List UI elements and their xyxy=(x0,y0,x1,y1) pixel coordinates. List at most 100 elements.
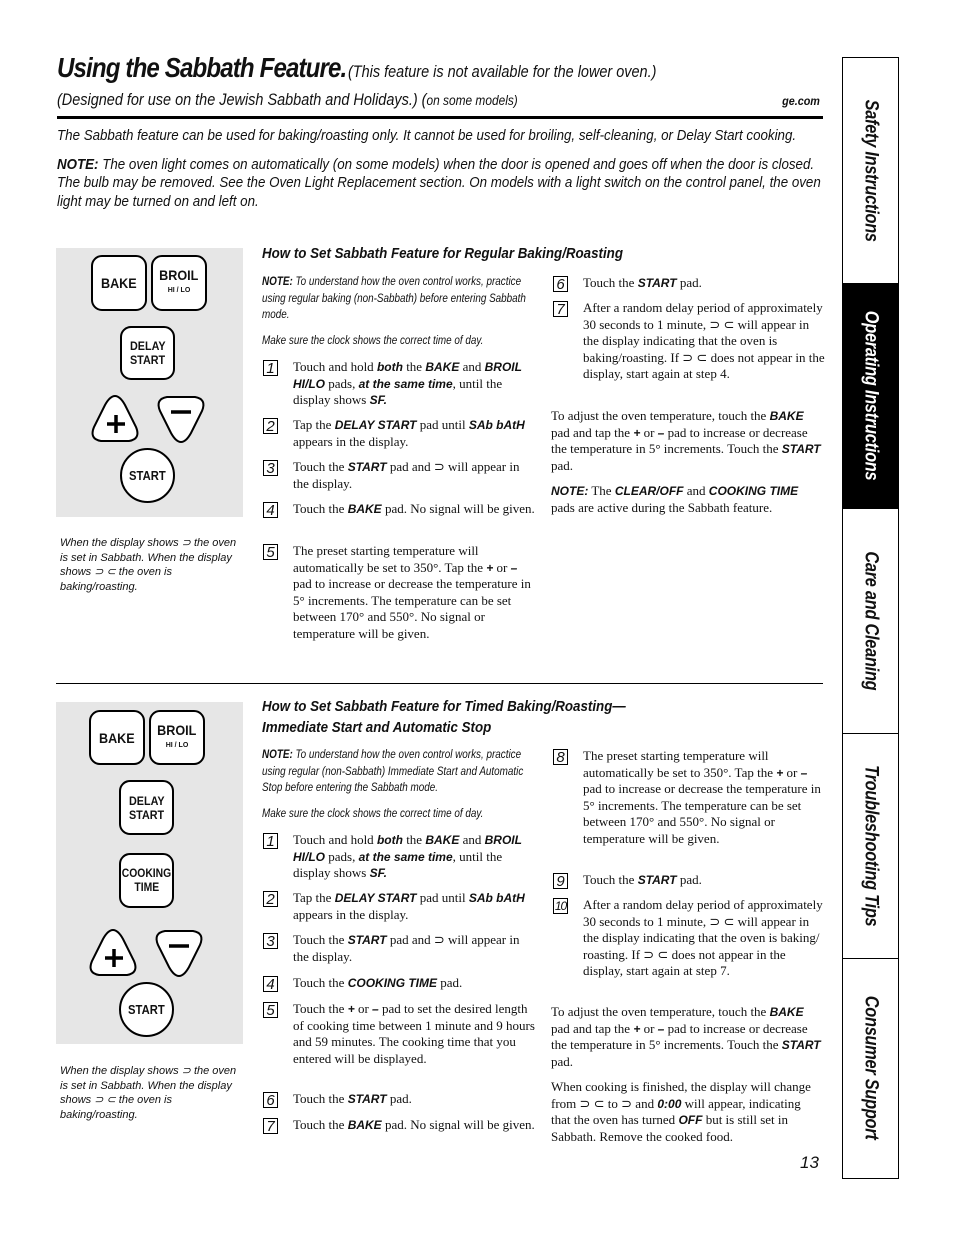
note-label: NOTE: xyxy=(262,749,293,761)
step-text: Touch and hold both the BAKE and BROIL H… xyxy=(293,832,522,880)
section1-clock-note: Make sure the clock shows the correct ti… xyxy=(262,335,484,347)
broil-key: BROIL HI / LO xyxy=(149,710,205,765)
intro-note: NOTE: The oven light comes on automatica… xyxy=(57,156,826,212)
step-number-box: 8 xyxy=(553,749,568,765)
key-label: BROIL xyxy=(157,721,197,738)
step-text: Touch the START pad. xyxy=(583,275,702,290)
tab-operating-instructions[interactable]: Operating Instructions xyxy=(843,283,898,509)
section2-clock-note: Make sure the clock shows the correct ti… xyxy=(262,808,484,820)
step-text: Touch the + or – pad to set the desired … xyxy=(293,1001,535,1066)
step-text: Touch and hold both the BAKE and BROIL H… xyxy=(293,359,522,407)
key-label: START xyxy=(129,353,166,367)
key-sublabel: HI / LO xyxy=(167,287,191,294)
delay-start-key: DELAY START xyxy=(120,326,175,380)
tab-label: Care and Cleaning xyxy=(860,550,882,691)
tab-label: Consumer Support xyxy=(860,996,882,1140)
section2-note: NOTE: To understand how the oven control… xyxy=(262,747,534,797)
step-number-box: 2 xyxy=(263,891,278,907)
key-label: COOKING xyxy=(121,867,172,880)
page-title: Using the Sabbath Feature. (This feature… xyxy=(57,52,827,84)
title-line2-text: (Designed for use on the Jewish Sabbath … xyxy=(57,90,427,109)
step-text: After a random delay period of approxima… xyxy=(583,300,825,381)
section1-note: NOTE: To understand how the oven control… xyxy=(262,274,534,324)
step-text: Touch the START pad. xyxy=(293,1091,412,1106)
note-label: NOTE: xyxy=(57,156,99,173)
site-link[interactable]: ge.com xyxy=(782,94,820,108)
step-text: The preset starting temperature will aut… xyxy=(293,543,531,641)
section2-heading-line1: How to Set Sabbath Feature for Timed Bak… xyxy=(262,699,626,715)
step-text: Touch the BAKE pad. No signal will be gi… xyxy=(293,501,535,516)
step-text: The preset starting temperature will aut… xyxy=(583,748,821,846)
key-sublabel: HI / LO xyxy=(165,741,189,749)
step-number-box: 6 xyxy=(553,276,568,292)
key-label: TIME xyxy=(134,881,159,894)
control-panel-illustration-1: BAKE BROIL HI / LO DELAY START START xyxy=(56,248,243,517)
section-divider xyxy=(56,683,823,684)
header-rule xyxy=(57,116,823,119)
note-label: NOTE: xyxy=(262,276,293,288)
step-number-box: 6 xyxy=(263,1092,278,1108)
note-text: The oven light comes on automatically (o… xyxy=(57,156,821,210)
step-text: Touch the START pad and ⊃ will appear in… xyxy=(293,932,520,964)
tab-care-and-cleaning[interactable]: Care and Cleaning xyxy=(843,508,898,734)
key-label: START xyxy=(128,1002,165,1017)
tab-label: Safety Instructions xyxy=(860,99,882,242)
step-number-box: 1 xyxy=(263,360,278,376)
step-number-box: 5 xyxy=(263,1002,278,1018)
section2-finished-text: When cooking is finished, the display wi… xyxy=(551,1079,811,1144)
step-text: Touch the START pad. xyxy=(583,872,702,887)
panel-caption-2: When the display shows ⊃ the oven is set… xyxy=(60,1065,237,1121)
step-number-box: 4 xyxy=(263,976,278,992)
key-label: START xyxy=(128,807,165,822)
start-key: START xyxy=(119,982,174,1037)
step-number-box: 7 xyxy=(263,1118,278,1134)
panel-caption-1: When the display shows ⊃ the oven is set… xyxy=(60,537,237,593)
key-label: BAKE xyxy=(101,275,137,291)
section1-heading: How to Set Sabbath Feature for Regular B… xyxy=(262,246,623,262)
cooking-time-key: COOKING TIME xyxy=(119,853,174,908)
bake-key: BAKE xyxy=(89,710,145,765)
minus-key-icon xyxy=(157,396,205,444)
step-number-box: 5 xyxy=(263,544,278,560)
page-number: 13 xyxy=(800,1153,819,1172)
step-number-box: 3 xyxy=(263,460,278,476)
tab-label: Operating Instructions xyxy=(860,310,882,481)
step-number-box: 9 xyxy=(553,873,568,889)
title-subtitle: (This feature is not available for the l… xyxy=(347,62,657,81)
minus-key-icon xyxy=(155,930,203,978)
key-label: DELAY xyxy=(129,339,166,353)
note-text: To understand how the oven control works… xyxy=(262,749,524,794)
step-number-box: 3 xyxy=(263,933,278,949)
tab-label: Troubleshooting Tips xyxy=(860,764,882,927)
key-label: START xyxy=(129,468,166,483)
step-number-box: 2 xyxy=(263,418,278,434)
delay-start-key: DELAY START xyxy=(119,780,174,835)
broil-key: BROIL HI / LO xyxy=(151,255,207,311)
section2-heading-line2: Immediate Start and Automatic Stop xyxy=(262,720,492,736)
step-number-box: 4 xyxy=(263,502,278,518)
step-number-box: 7 xyxy=(553,301,568,317)
tab-safety-instructions[interactable]: Safety Instructions xyxy=(843,58,898,284)
section1-adjust-text: To adjust the oven temperature, touch th… xyxy=(551,408,821,473)
plus-key-icon xyxy=(91,394,139,442)
title-line2-small: on some models) xyxy=(426,92,518,108)
key-label: BROIL xyxy=(159,267,199,283)
step-text: Tap the DELAY START pad until SAb bAtH a… xyxy=(293,890,525,922)
tab-consumer-support[interactable]: Consumer Support xyxy=(843,958,898,1178)
tab-troubleshooting-tips[interactable]: Troubleshooting Tips xyxy=(843,733,898,959)
section2-adjust-text: To adjust the oven temperature, touch th… xyxy=(551,1004,821,1069)
title-main: Using the Sabbath Feature. xyxy=(57,52,347,83)
note-text: To understand how the oven control works… xyxy=(262,276,526,321)
key-label: DELAY xyxy=(128,793,165,808)
step-text: Touch the COOKING TIME pad. xyxy=(293,975,463,990)
start-key: START xyxy=(120,448,175,503)
control-panel-illustration-2: BAKE BROIL HI / LO DELAY START COOKING TIME… xyxy=(56,702,243,1044)
intro: The Sabbath feature can be used for baki… xyxy=(57,127,826,221)
plus-key-icon xyxy=(89,928,137,976)
bake-key: BAKE xyxy=(91,255,147,311)
step-text: Touch the START pad and ⊃ will appear in… xyxy=(293,459,520,491)
key-label: BAKE xyxy=(99,729,135,746)
step-number-box: 10 xyxy=(553,898,568,914)
step-number-box: 1 xyxy=(263,833,278,849)
section1-note2: NOTE: The CLEAR/OFF and COOKING TIME pad… xyxy=(551,483,799,515)
